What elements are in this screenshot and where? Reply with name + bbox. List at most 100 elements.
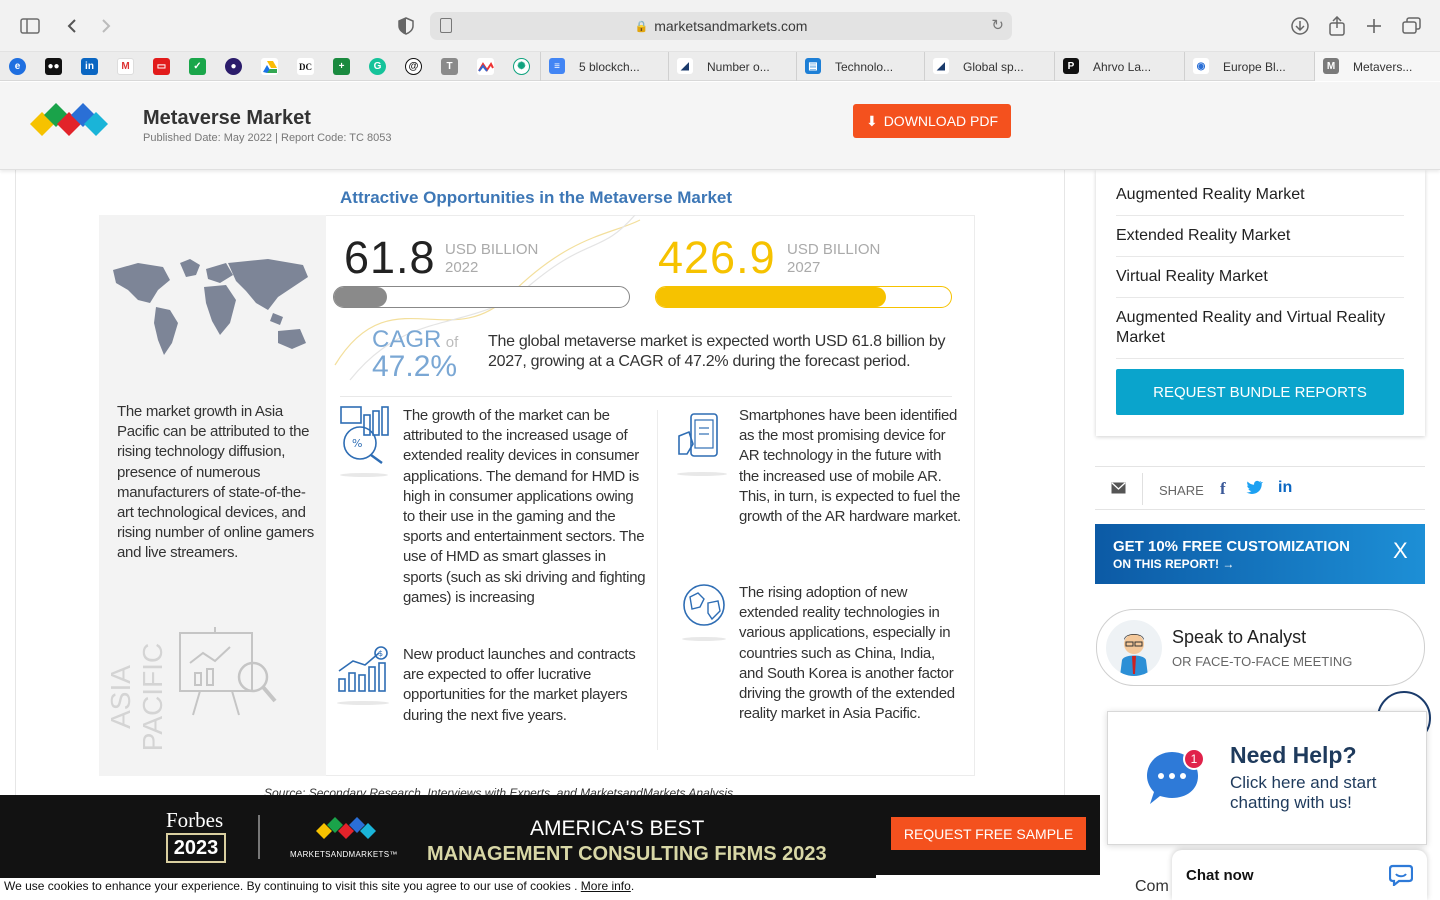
close-banner-button[interactable]: X [1393,538,1408,564]
statista-icon: ◢ [933,58,949,74]
twitter-icon[interactable] [1246,480,1263,499]
tab-label: Europe Bl... [1223,59,1286,74]
tab-metaverse[interactable]: M Metavers... [1314,52,1440,81]
chat-now-label: Chat now [1186,867,1254,884]
marketsandmarkets-logo[interactable] [28,102,110,146]
bookmark-icon-grammarly[interactable]: G [369,58,386,75]
new-tab-icon[interactable] [1362,14,1386,38]
tab-label: Technolo... [835,59,894,74]
report-meta: Published Date: May 2022 | Report Code: … [143,132,392,144]
share-label: SHARE [1159,483,1204,498]
tab-overview-icon[interactable] [1400,14,1424,38]
related-report-ar-vr[interactable]: Augmented Reality and Virtual Reality Ma… [1116,308,1404,359]
forward-icon[interactable] [94,14,118,38]
related-report-vr[interactable]: Virtual Reality Market [1116,267,1404,298]
partial-text: Com [1135,878,1169,895]
svg-text:$: $ [378,649,383,658]
statista-icon: ◢ [677,58,693,74]
linkedin-icon[interactable]: in [1278,479,1292,497]
bookmark-icon-drive[interactable] [261,58,278,75]
tab-number[interactable]: ◢ Number o... [668,52,796,81]
asia-pacific-text: The market growth in Asia Pacific can be… [117,403,314,562]
year-label: 2022 [445,259,479,276]
page-icon [440,18,452,33]
analyst-title: Speak to Analyst [1172,627,1307,647]
address-bar[interactable]: 🔒 marketsandmarkets.com ↻ [430,12,1012,40]
share-icon[interactable] [1325,14,1349,38]
speak-to-analyst-card[interactable]: Speak to Analyst OR FACE-TO-FACE MEETING [1096,609,1425,686]
bookmark-icon-1[interactable]: e [9,58,26,75]
need-help-popup[interactable]: 1 Need Help? Click here and start chatti… [1107,711,1427,845]
downloads-icon[interactable] [1288,14,1312,38]
tab-global[interactable]: ◢ Global sp... [924,52,1054,81]
bookmark-icon-red[interactable]: ▭ [153,58,170,75]
mm-brand-text: MARKETSANDMARKETS™ [290,850,398,859]
mm-logo-icon [314,815,378,850]
back-icon[interactable] [60,14,84,38]
arrow-right-icon: → [1222,557,1235,571]
tab-ahrvo[interactable]: P Ahrvo La... [1054,52,1184,81]
download-pdf-button[interactable]: ⬇ DOWNLOAD PDF [853,104,1011,138]
tab-label: 5 blockch... [579,59,640,74]
related-report-xr[interactable]: Extended Reality Market [1116,226,1404,257]
bookmark-icon-medium[interactable]: ●● [45,58,62,75]
chart-icon: ▤ [805,58,821,74]
asia-pacific-label: ASIA PACIFIC [105,642,168,752]
analyst-sub: OR FACE-TO-FACE MEETING [1172,654,1353,669]
year-badge: 2023 [166,833,226,863]
tab-label: Number o... [707,59,770,74]
unit-label: USD BILLION [787,241,881,258]
bookmark-icon-at[interactable]: @ [405,58,422,75]
tab-blockchain[interactable]: ≡ 5 blockch... [540,52,668,81]
facebook-icon[interactable]: f [1220,479,1226,499]
request-bundle-button[interactable]: REQUEST BUNDLE REPORTS [1116,369,1404,415]
divider [0,875,876,878]
tab-label: Metavers... [1353,59,1413,74]
help-title: Need Help? [1230,742,1357,768]
bookmark-icon-colors[interactable] [477,58,494,75]
growth-chart-icon: $ [335,645,393,707]
unit-2027: USD BILLION 2027 [787,241,880,277]
tab-label: Ahrvo La... [1093,59,1152,74]
p-icon: P [1063,58,1079,74]
sidebar-toggle-icon[interactable] [18,14,42,38]
cookie-more-info-link[interactable]: More info [581,879,631,893]
bookmark-icon-dc[interactable]: DC [297,58,314,75]
chat-now-button[interactable]: Chat now [1172,850,1427,900]
world-map-icon [108,255,316,360]
growth-point-text: The growth of the market can be attribut… [403,407,646,606]
bookmark-icon-check[interactable]: ✓ [189,58,206,75]
divider [1142,473,1143,505]
bookmark-icon-linkedin[interactable]: in [81,58,98,75]
tab-technology[interactable]: ▤ Technolo... [796,52,924,81]
free-customization-banner[interactable]: GET 10% FREE CUSTOMIZATION ON THIS REPOR… [1095,524,1425,584]
m-icon: M [1323,58,1339,74]
bookmark-icon-gmail[interactable]: M [117,58,134,75]
bookmark-icon-openai[interactable]: ✺ [513,58,530,75]
cagr-value: 47.2% [372,350,458,383]
custom-sub: ON THIS REPORT! → [1113,557,1234,571]
reload-icon[interactable]: ↻ [991,16,1004,34]
privacy-shield-icon[interactable] [394,14,418,38]
help-sub: Click here and start chatting with us! [1230,773,1377,812]
site-header: Metaverse Market Published Date: May 202… [0,82,1440,170]
related-report-ar[interactable]: Augmented Reality Market [1116,185,1404,216]
awards-banner: Forbes 2023 MARKETSANDMARKETS™ AMERICA'S… [0,795,1100,875]
lock-icon: 🔒 [634,20,649,33]
email-icon[interactable] [1111,481,1126,499]
bookmark-icon-plus[interactable]: + [333,58,350,75]
tab-europe[interactable]: ◉ Europe Bl... [1184,52,1314,81]
cagr-block: CAGR of 47.2% [372,326,458,384]
progress-bar-2027 [655,286,952,308]
cookie-text: We use cookies to enhance your experienc… [4,879,578,893]
progress-fill-2022 [334,287,388,307]
unit-label: USD BILLION [445,241,539,258]
divider [340,396,952,397]
value-2027: 426.9 [658,232,776,283]
custom-sub-text: ON THIS REPORT! [1113,557,1220,571]
bookmark-icon-purple[interactable]: ● [225,58,242,75]
request-sample-button[interactable]: REQUEST FREE SAMPLE [891,817,1086,850]
bookmark-icon-t[interactable]: T [441,58,458,75]
analysis-board-icon [175,625,280,720]
docs-icon: ≡ [549,58,565,74]
